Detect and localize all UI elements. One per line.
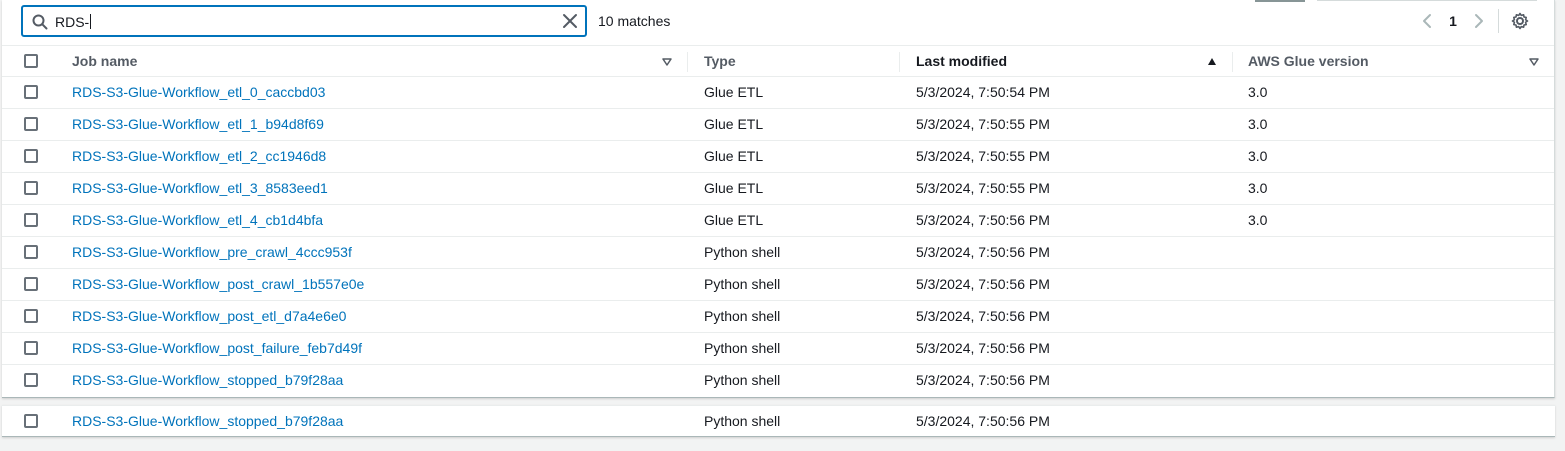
column-header-aws-glue-version[interactable]: AWS Glue version <box>1248 46 1369 77</box>
chevron-left-icon <box>1423 14 1431 28</box>
job-name-link[interactable]: RDS-S3-Glue-Workflow_etl_0_caccbd03 <box>72 77 325 108</box>
column-divider <box>1232 52 1233 72</box>
sort-down-outline-icon[interactable] <box>1529 57 1539 67</box>
toolbar-divider <box>1255 0 1305 2</box>
text-cursor <box>90 14 92 29</box>
search-value: RDS- <box>55 14 90 30</box>
table-row: RDS-S3-Glue-Workflow_post_failure_feb7d4… <box>2 333 1554 365</box>
column-header-last-modified[interactable]: Last modified <box>916 46 1007 77</box>
job-name-link[interactable]: RDS-S3-Glue-Workflow_stopped_b79f28aa <box>72 406 343 437</box>
table-row: RDS-S3-Glue-Workflow_etl_4_cb1d4bfa Glue… <box>2 205 1554 237</box>
table-row: RDS-S3-Glue-Workflow_pre_crawl_4ccc953f … <box>2 237 1554 269</box>
glue-version: 3.0 <box>1248 212 1268 228</box>
table-row: RDS-S3-Glue-Workflow_etl_1_b94d8f69 Glue… <box>2 109 1554 141</box>
row-checkbox[interactable] <box>24 341 38 355</box>
job-name-link[interactable]: RDS-S3-Glue-Workflow_post_etl_d7a4e6e0 <box>72 301 346 332</box>
table-row: RDS-S3-Glue-Workflow_etl_3_8583eed1 Glue… <box>2 173 1554 205</box>
row-checkbox[interactable] <box>24 181 38 195</box>
table-row: RDS-S3-Glue-Workflow_etl_0_caccbd03 Glue… <box>2 77 1554 109</box>
row-checkbox[interactable] <box>24 149 38 163</box>
pagination: 1 <box>1416 8 1531 34</box>
job-type: Python shell <box>704 244 781 260</box>
job-type: Glue ETL <box>704 116 764 132</box>
table-row: RDS-S3-Glue-Workflow_post_etl_d7a4e6e0 P… <box>2 301 1554 333</box>
row-checkbox[interactable] <box>24 373 38 387</box>
column-divider <box>687 52 688 72</box>
job-type: Glue ETL <box>704 212 764 228</box>
job-type: Python shell <box>704 372 781 388</box>
job-name-link[interactable]: RDS-S3-Glue-Workflow_post_crawl_1b557e0e <box>72 269 364 300</box>
clear-icon[interactable] <box>561 12 579 30</box>
job-name-link[interactable]: RDS-S3-Glue-Workflow_pre_crawl_4ccc953f <box>72 237 352 268</box>
table-row: RDS-S3-Glue-Workflow_post_crawl_1b557e0e… <box>2 269 1554 301</box>
job-name-link[interactable]: RDS-S3-Glue-Workflow_etl_4_cb1d4bfa <box>72 205 323 236</box>
job-name-link[interactable]: RDS-S3-Glue-Workflow_etl_2_cc1946d8 <box>72 141 326 172</box>
last-modified: 5/3/2024, 7:50:56 PM <box>916 308 1050 324</box>
job-name-link[interactable]: RDS-S3-Glue-Workflow_etl_3_8583eed1 <box>72 173 328 204</box>
row-checkbox[interactable] <box>24 277 38 291</box>
row-checkbox[interactable] <box>24 213 38 227</box>
floating-row-panel: RDS-S3-Glue-Workflow_stopped_b79f28aa Py… <box>2 405 1555 437</box>
row-checkbox[interactable] <box>24 245 38 259</box>
job-type: Python shell <box>704 276 781 292</box>
job-type: Python shell <box>704 308 781 324</box>
column-divider <box>899 52 900 72</box>
last-modified: 5/3/2024, 7:50:55 PM <box>916 116 1050 132</box>
gear-icon <box>1511 12 1529 30</box>
last-modified: 5/3/2024, 7:50:56 PM <box>916 413 1050 429</box>
glue-version: 3.0 <box>1248 84 1268 100</box>
glue-version: 3.0 <box>1248 180 1268 196</box>
job-type: Glue ETL <box>704 148 764 164</box>
next-page-button[interactable] <box>1468 10 1490 32</box>
jobs-table-panel: RDS- 10 matches 1 Job name Type Last mod… <box>2 0 1555 398</box>
job-name-link[interactable]: RDS-S3-Glue-Workflow_post_failure_feb7d4… <box>72 333 362 364</box>
select-all-checkbox[interactable] <box>24 54 38 68</box>
current-page-number[interactable]: 1 <box>1442 13 1464 29</box>
pager-divider <box>1498 9 1499 33</box>
last-modified: 5/3/2024, 7:50:56 PM <box>916 340 1050 356</box>
search-icon <box>32 14 48 30</box>
row-checkbox[interactable] <box>24 85 38 99</box>
row-checkbox[interactable] <box>24 117 38 131</box>
table-row: RDS-S3-Glue-Workflow_etl_2_cc1946d8 Glue… <box>2 141 1554 173</box>
last-modified: 5/3/2024, 7:50:55 PM <box>916 180 1050 196</box>
last-modified: 5/3/2024, 7:50:56 PM <box>916 276 1050 292</box>
job-name-link[interactable]: RDS-S3-Glue-Workflow_stopped_b79f28aa <box>72 365 343 396</box>
sort-up-icon[interactable] <box>1207 57 1217 67</box>
job-type: Python shell <box>704 340 781 356</box>
job-type: Glue ETL <box>704 84 764 100</box>
column-header-job-name[interactable]: Job name <box>72 46 137 77</box>
previous-page-button[interactable] <box>1416 10 1438 32</box>
search-input[interactable]: RDS- <box>21 5 587 37</box>
table-header: Job name Type Last modified AWS Glue ver… <box>2 45 1554 77</box>
last-modified: 5/3/2024, 7:50:54 PM <box>916 84 1050 100</box>
sort-down-outline-icon[interactable] <box>662 57 672 67</box>
preferences-button[interactable] <box>1509 10 1531 32</box>
table-row: RDS-S3-Glue-Workflow_stopped_b79f28aa Py… <box>2 365 1554 397</box>
job-type: Glue ETL <box>704 180 764 196</box>
last-modified: 5/3/2024, 7:50:56 PM <box>916 212 1050 228</box>
last-modified: 5/3/2024, 7:50:56 PM <box>916 244 1050 260</box>
row-checkbox[interactable] <box>24 414 38 428</box>
table-toolbar: RDS- 10 matches 1 <box>2 0 1554 44</box>
job-name-link[interactable]: RDS-S3-Glue-Workflow_etl_1_b94d8f69 <box>72 109 324 140</box>
toolbar-divider <box>1317 0 1537 1</box>
matches-count: 10 matches <box>598 13 671 29</box>
column-header-type[interactable]: Type <box>704 46 736 77</box>
glue-version: 3.0 <box>1248 148 1268 164</box>
row-checkbox[interactable] <box>24 309 38 323</box>
job-type: Python shell <box>704 413 781 429</box>
glue-version: 3.0 <box>1248 116 1268 132</box>
chevron-right-icon <box>1475 14 1483 28</box>
last-modified: 5/3/2024, 7:50:56 PM <box>916 372 1050 388</box>
last-modified: 5/3/2024, 7:50:55 PM <box>916 148 1050 164</box>
